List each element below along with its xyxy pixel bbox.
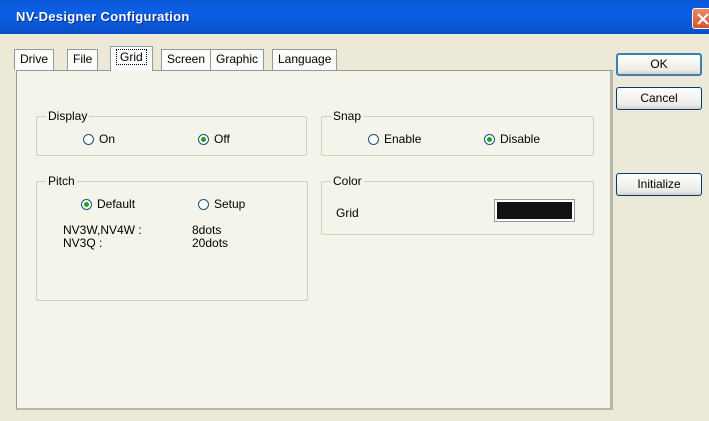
- tab-label: Grid: [116, 49, 147, 65]
- radio-icon: [368, 133, 379, 145]
- pitch-default-radio[interactable]: Default: [81, 197, 135, 211]
- pitch-model-value: 8dots: [192, 223, 222, 237]
- radio-selected-icon: [198, 133, 209, 145]
- snap-enable-radio[interactable]: Enable: [368, 132, 421, 146]
- color-group-title: Color: [331, 174, 364, 188]
- radio-label: Off: [214, 132, 230, 146]
- radio-icon: [198, 198, 209, 210]
- tab-label: Screen: [167, 52, 206, 66]
- radio-icon: [83, 133, 94, 145]
- radio-selected-icon: [484, 133, 495, 145]
- display-on-radio[interactable]: On: [83, 132, 115, 146]
- display-group-title: Display: [46, 109, 90, 123]
- cancel-button[interactable]: Cancel: [616, 87, 702, 110]
- radio-label: Setup: [214, 197, 246, 211]
- snap-group-title: Snap: [331, 109, 364, 123]
- close-icon: [697, 13, 709, 25]
- tab-file[interactable]: File: [67, 49, 99, 70]
- grid-tab-panel: Display On Off Snap Enable Disable Pitch…: [16, 70, 613, 410]
- grid-color-swatch[interactable]: [494, 199, 575, 222]
- radio-label: Default: [97, 197, 136, 211]
- color-group: Color Grid: [321, 174, 594, 235]
- tab-grid[interactable]: Grid: [110, 46, 153, 71]
- snap-disable-radio[interactable]: Disable: [484, 132, 540, 146]
- title-bar[interactable]: NV-Designer Configuration: [0, 0, 709, 34]
- snap-group: Snap Enable Disable: [321, 109, 594, 156]
- grid-color-label: Grid: [336, 206, 359, 220]
- pitch-model-value: 20dots: [192, 236, 229, 250]
- ok-button[interactable]: OK: [616, 53, 702, 76]
- tab-language[interactable]: Language: [272, 49, 338, 70]
- tab-graphic[interactable]: Graphic: [210, 49, 265, 70]
- window-title: NV-Designer Configuration: [16, 9, 190, 24]
- tab-label: Drive: [20, 52, 49, 66]
- pitch-group-title: Pitch: [46, 174, 77, 188]
- pitch-model-label: NV3W,NV4W :: [63, 223, 142, 237]
- radio-selected-icon: [81, 198, 92, 210]
- radio-label: On: [99, 132, 116, 146]
- initialize-button[interactable]: Initialize: [616, 173, 702, 196]
- tab-label: File: [73, 52, 93, 66]
- tab-screen[interactable]: Screen: [161, 49, 212, 70]
- pitch-setup-radio[interactable]: Setup: [198, 197, 245, 211]
- tab-label: Language: [278, 52, 332, 66]
- configuration-dialog: NV-Designer Configuration Drive File Gri…: [0, 0, 709, 421]
- pitch-model-label: NV3Q :: [63, 236, 103, 250]
- pitch-group: Pitch Default Setup NV3W,NV4W : 8dots NV…: [36, 174, 308, 301]
- radio-label: Disable: [500, 132, 541, 146]
- display-group: Display On Off: [36, 109, 307, 156]
- radio-label: Enable: [384, 132, 422, 146]
- close-button[interactable]: [692, 8, 709, 29]
- tab-drive[interactable]: Drive: [14, 49, 55, 70]
- display-off-radio[interactable]: Off: [198, 132, 230, 146]
- tab-label: Graphic: [216, 52, 259, 66]
